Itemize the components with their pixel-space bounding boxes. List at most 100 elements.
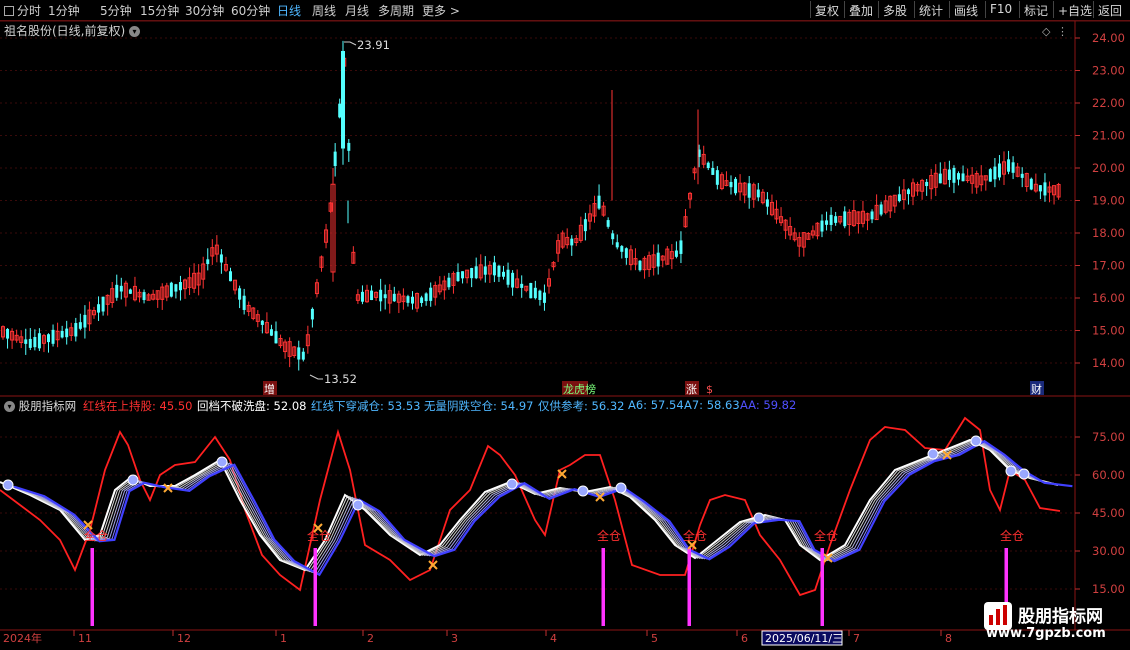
candle-body	[169, 282, 173, 297]
candle-body	[392, 293, 396, 302]
candle-body	[456, 272, 460, 282]
month-label: 4	[550, 632, 557, 645]
candle-body	[620, 246, 624, 252]
candle-body	[383, 294, 387, 299]
price-axis: 24.00 23.00 22.00 21.00 20.00 19.00 18.00 17.00…	[1075, 31, 1125, 370]
month-label: 6	[741, 632, 748, 645]
buy-signal-label: 全仓	[814, 528, 838, 543]
candle-body	[506, 269, 510, 285]
ribbon-line-series	[11, 440, 1071, 575]
ribbon-line-series	[14, 439, 1073, 577]
candle-body	[656, 252, 660, 267]
candle-body	[502, 271, 505, 277]
legend-aa: AA: 59.82	[740, 398, 797, 412]
candle-body	[37, 333, 41, 349]
candle-body	[679, 240, 683, 254]
candle-body	[511, 272, 515, 288]
candle-body	[174, 284, 178, 292]
candle-body	[1020, 173, 1024, 178]
diamond-icon[interactable]: ◇	[1042, 25, 1051, 38]
event-marker-finance[interactable]: 财	[1031, 382, 1042, 396]
watermark-logo: 股朋指标网 www.7gpzb.com	[984, 602, 1124, 646]
indicator-grid	[0, 436, 1075, 590]
candle-body	[379, 289, 383, 302]
shield-icon	[970, 435, 982, 447]
candle-body	[24, 339, 28, 344]
high-annotation: 23.91	[344, 38, 390, 52]
shield-icon	[352, 499, 364, 511]
shield-icon	[577, 485, 589, 497]
toolbar-icons: ◇ ⋮	[1042, 25, 1068, 38]
buy-signal-bar	[313, 548, 317, 626]
candle-body	[51, 329, 55, 344]
buy-signal-bar	[687, 548, 691, 626]
candle-body	[947, 169, 951, 180]
candle-body	[406, 296, 410, 303]
legend-red-hold: 红线在上持股: 45.50	[83, 399, 193, 413]
logo-url: www.7gpzb.com	[986, 626, 1106, 641]
chevron-down-icon[interactable]: ▾	[4, 401, 15, 412]
shield-icon	[127, 474, 139, 486]
candle-body	[734, 178, 738, 194]
buy-signal-label: 全仓	[84, 528, 108, 543]
chart-canvas[interactable]: 24.00 23.00 22.00 21.00 20.00 19.00 18.00 17.00…	[0, 0, 1130, 650]
event-marker-up[interactable]: 涨	[686, 383, 697, 396]
candle-body	[834, 216, 838, 223]
candle-body	[820, 220, 824, 232]
candle-body	[938, 173, 942, 184]
indicator-lines	[0, 416, 1073, 597]
candle-body	[470, 268, 474, 279]
event-marker-dragon[interactable]: 龙虎榜	[563, 382, 596, 396]
candle-body	[178, 282, 182, 291]
event-marker-dollar[interactable]: $	[706, 383, 713, 396]
candle-body	[142, 292, 146, 301]
candle-body	[338, 103, 342, 118]
candle-body	[60, 330, 64, 338]
month-label: 11	[78, 632, 92, 645]
candle-body	[497, 265, 501, 277]
candle-body	[411, 296, 414, 304]
candle-body	[615, 242, 619, 248]
candle-body	[993, 166, 997, 180]
candle-body	[1038, 185, 1042, 192]
candle-body	[219, 254, 223, 263]
candle-body	[715, 170, 719, 185]
candle-body	[429, 287, 433, 301]
date-axis: 2024年 11 12 1 2 3 4 5 6 7 82025/06/11/三	[3, 630, 952, 646]
candle-body	[238, 288, 242, 300]
indicator-tick-label: 60.00	[1092, 468, 1125, 482]
price-tick-label: 16.00	[1092, 291, 1125, 305]
candle-body	[74, 323, 78, 337]
candle-body	[611, 233, 615, 240]
candle-body	[33, 337, 37, 348]
logo-text: 股朋指标网	[1018, 607, 1103, 627]
candle-body	[961, 173, 965, 182]
candle-body	[706, 162, 710, 169]
buy-signal-bar	[820, 548, 824, 626]
month-label: 5	[651, 632, 658, 645]
candle-body	[370, 290, 374, 301]
buy-signal-bar	[601, 548, 605, 626]
buy-signal-label: 全仓	[1000, 528, 1024, 543]
candle-body	[128, 289, 132, 294]
event-marker-add[interactable]: 增	[264, 382, 275, 396]
indicator-axis: 75.00 60.00 45.00 30.00 15.00	[1075, 430, 1125, 596]
candle-body	[83, 314, 87, 328]
candle-body	[97, 304, 101, 313]
candle-body	[424, 293, 428, 302]
candle-body	[952, 167, 956, 183]
indicator-name: 股朋指标网	[18, 399, 77, 413]
candle-body	[906, 189, 910, 195]
candle-body	[570, 238, 574, 246]
price-tick-label: 24.00	[1092, 31, 1125, 45]
candle-body	[492, 262, 496, 276]
menu-icon[interactable]: ⋮	[1057, 25, 1068, 38]
candle-body	[274, 331, 278, 344]
candle-body	[461, 271, 465, 279]
shield-icon	[506, 478, 518, 490]
low-annotation: 13.52	[309, 372, 357, 386]
shield-icon	[2, 479, 14, 491]
candle-body	[597, 195, 601, 209]
legend-empty: 无量阴跌空仓: 54.97	[424, 399, 534, 413]
price-tick-label: 15.00	[1092, 324, 1125, 338]
